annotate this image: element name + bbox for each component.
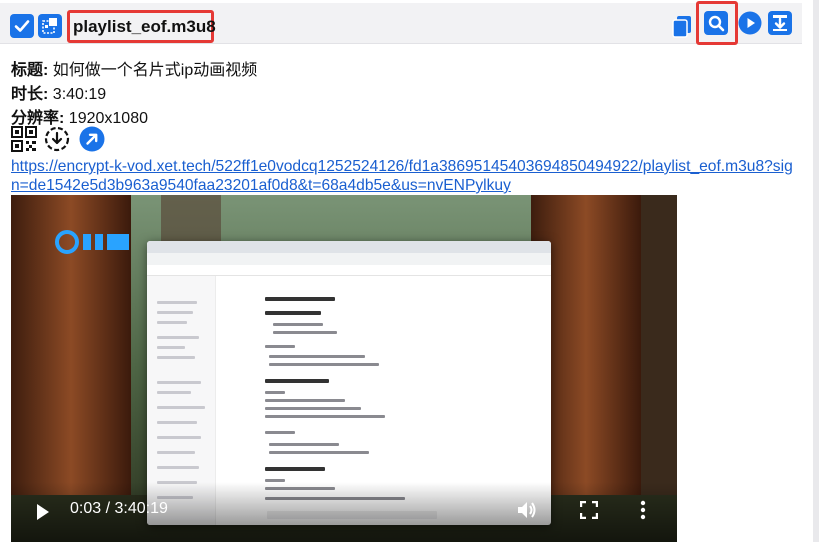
resolution-label: 分辨率: bbox=[11, 110, 65, 127]
watermark-logo bbox=[55, 230, 129, 254]
search-icon bbox=[708, 15, 725, 32]
video-player[interactable]: 0:03 / 3:40:19 bbox=[11, 195, 677, 542]
copy-icon bbox=[672, 16, 691, 38]
duration-row: 时长: 3:40:19 bbox=[11, 80, 106, 104]
extension-icon bbox=[42, 18, 57, 34]
filename-label: playlist_eof.m3u8 bbox=[73, 16, 216, 36]
play-button[interactable] bbox=[738, 11, 762, 35]
play-icon bbox=[738, 11, 762, 35]
title-row: 标题: 如何做一个名片式ip动画视频 bbox=[11, 56, 257, 80]
duration-value: 3:40:19 bbox=[52, 86, 107, 103]
download-icon bbox=[773, 15, 787, 31]
video-play-icon[interactable] bbox=[35, 503, 51, 521]
resolution-value: 1920x1080 bbox=[68, 110, 148, 127]
video-sniffer-panel: playlist_eof.m3u8 标题: 如何做一个名片式ip动画视频 时长:… bbox=[0, 0, 813, 542]
video-url-link[interactable]: https://encrypt-k-vod.xet.tech/522ff1e0v… bbox=[11, 157, 801, 195]
item-header: playlist_eof.m3u8 bbox=[0, 3, 802, 44]
scrollbar-track[interactable] bbox=[813, 0, 819, 542]
volume-icon[interactable] bbox=[516, 500, 538, 520]
download-circle-icon[interactable] bbox=[44, 126, 70, 152]
filename-highlight: playlist_eof.m3u8 bbox=[67, 10, 216, 43]
resolution-row: 分辨率: 1920x1080 bbox=[11, 104, 148, 128]
fullscreen-icon[interactable] bbox=[580, 501, 598, 519]
more-options-icon[interactable] bbox=[639, 500, 647, 520]
copy-button[interactable] bbox=[670, 14, 694, 38]
duration-label: 时长: bbox=[11, 86, 49, 103]
open-external-icon[interactable] bbox=[79, 126, 105, 152]
video-time-display: 0:03 / 3:40:19 bbox=[70, 500, 168, 517]
title-label: 标题: bbox=[11, 62, 49, 79]
search-button[interactable] bbox=[704, 11, 728, 35]
title-value: 如何做一个名片式ip动画视频 bbox=[52, 62, 258, 79]
select-checkbox[interactable] bbox=[10, 14, 34, 38]
extension-button[interactable] bbox=[38, 14, 62, 38]
checkbox-checked-icon bbox=[14, 20, 30, 32]
qrcode-icon[interactable] bbox=[11, 126, 37, 152]
download-button[interactable] bbox=[768, 11, 792, 35]
